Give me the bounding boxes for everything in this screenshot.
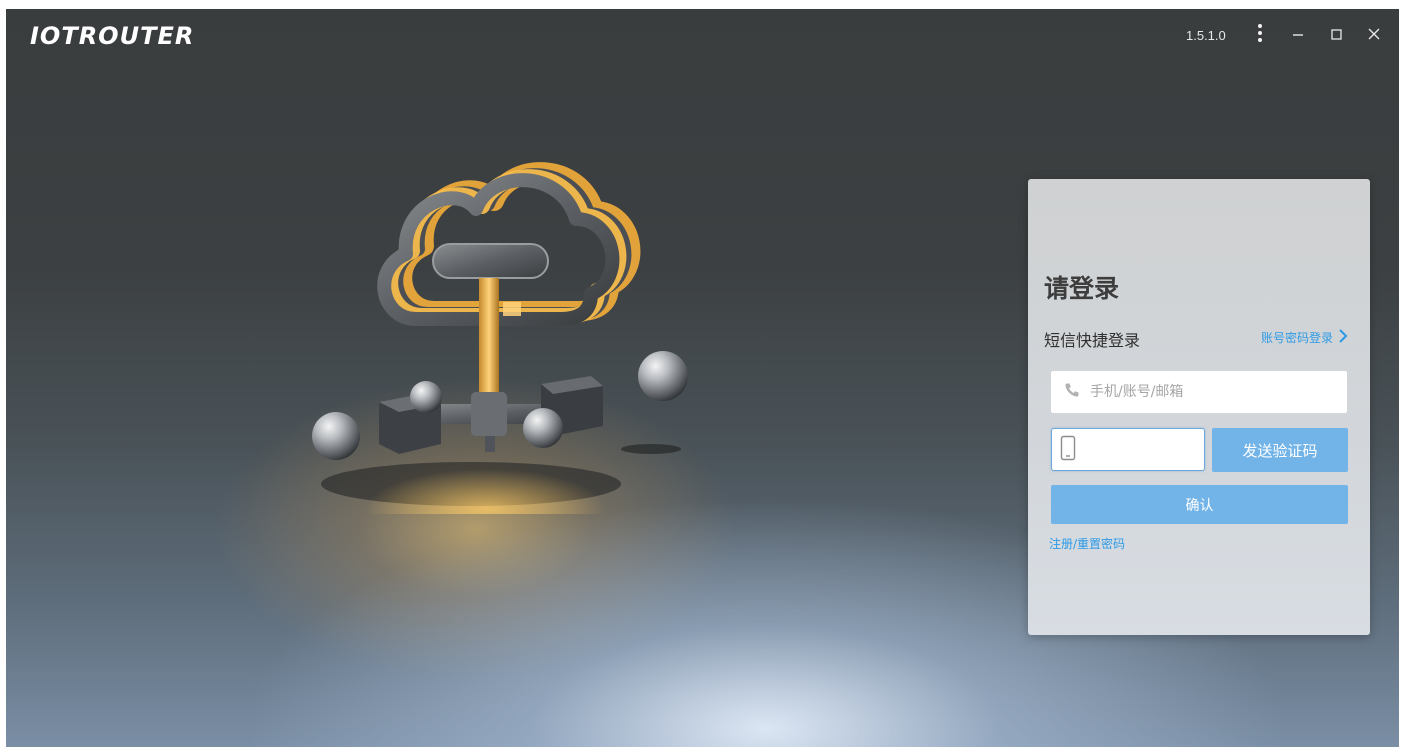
- register-reset-link[interactable]: 注册/重置密码: [1049, 535, 1125, 552]
- login-card: 请登录 短信快捷登录 账号密码登录 手机/账号/邮箱 发送验证码 确认 注册/重…: [1028, 179, 1370, 635]
- password-login-label: 账号密码登录: [1260, 331, 1333, 345]
- account-field[interactable]: [1051, 371, 1347, 413]
- chevron-right-icon: [1338, 328, 1348, 347]
- more-vertical-icon[interactable]: [1248, 21, 1272, 45]
- account-input[interactable]: [1088, 376, 1332, 408]
- confirm-button[interactable]: 确认: [1051, 485, 1348, 524]
- code-field[interactable]: [1051, 428, 1205, 471]
- minimize-icon[interactable]: [1286, 21, 1310, 45]
- login-subtitle: 短信快捷登录: [1044, 331, 1141, 350]
- code-input[interactable]: [1082, 433, 1196, 466]
- app-logo: IOTROUTER: [30, 22, 195, 50]
- send-code-button[interactable]: 发送验证码: [1212, 428, 1348, 472]
- maximize-icon[interactable]: [1324, 21, 1348, 45]
- version-label: 1.5.1.0: [1186, 28, 1226, 43]
- login-title: 请登录: [1044, 274, 1120, 303]
- mobile-device-icon: [1060, 435, 1076, 465]
- password-login-link[interactable]: 账号密码登录: [1261, 328, 1348, 347]
- close-icon[interactable]: [1362, 21, 1386, 45]
- cloud-network-illustration: [291, 114, 711, 549]
- title-bar: IOTROUTER 1.5.1.0: [6, 9, 1399, 67]
- app-window: IOTROUTER 1.5.1.0 请登录 短信快捷登录 账号密码登录 手机/账…: [6, 9, 1399, 747]
- phone-icon: [1064, 382, 1080, 402]
